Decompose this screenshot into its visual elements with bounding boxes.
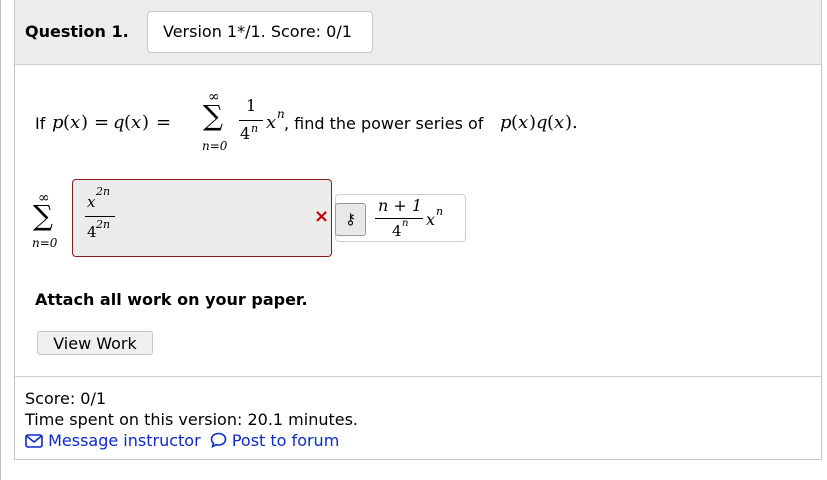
key-denominator-base: 4: [392, 222, 402, 240]
question-header: Question 1. Version 1*/1. Score: 0/1: [15, 0, 821, 65]
answer-denominator-exponent: 2n: [96, 218, 111, 231]
math-paren: ): [142, 112, 150, 133]
math-paren: ): [565, 112, 573, 133]
math-paren: (: [511, 112, 519, 133]
sum-lower-limit: n=0: [202, 139, 228, 153]
message-instructor-link[interactable]: Message instructor: [48, 431, 201, 450]
math-x: x: [518, 112, 529, 133]
answer-fraction-bar: [85, 216, 115, 217]
key-numerator: n + 1: [378, 196, 423, 215]
question-footer: Score: 0/1 Time spent on this version: 2…: [15, 376, 821, 450]
key-icon[interactable]: ⚷: [335, 203, 366, 236]
fraction-denominator: 4: [240, 124, 251, 143]
view-work-button[interactable]: View Work: [37, 331, 153, 355]
left-border: [0, 0, 1, 480]
math-p: p: [500, 112, 512, 133]
math-x: x: [554, 112, 565, 133]
math-equals: =: [156, 112, 172, 133]
summation-symbol: ∑: [33, 199, 53, 232]
key-fraction-bar: [375, 218, 423, 219]
fraction-numerator: 1: [246, 96, 257, 115]
envelope-icon[interactable]: [25, 433, 43, 452]
math-x: x: [131, 112, 142, 133]
math-q: q: [113, 112, 125, 133]
math-paren: ): [529, 112, 537, 133]
chat-bubble-icon[interactable]: [210, 432, 227, 452]
attach-work-note: Attach all work on your paper.: [35, 290, 308, 309]
question-suffix: , find the power series of: [284, 114, 484, 133]
time-spent-text: Time spent on this version: 20.1 minutes…: [25, 410, 359, 429]
denominator-exponent: n: [251, 122, 259, 135]
x-mark-icon: ×: [314, 206, 330, 227]
math-x: x: [70, 112, 81, 133]
key-x: x: [426, 210, 436, 229]
post-to-forum-link[interactable]: Post to forum: [232, 431, 339, 450]
key-x-exponent: n: [436, 205, 444, 218]
answer-input[interactable]: x 2n 4 2n: [72, 179, 332, 257]
question-prefix: If: [35, 114, 46, 133]
math-paren: (: [547, 112, 555, 133]
math-q: q: [536, 112, 548, 133]
fraction-bar: [239, 120, 263, 121]
score-text: Score: 0/1: [25, 389, 107, 408]
answer-numerator-base: x: [87, 193, 96, 211]
footer-links: Message instructor Post to forum: [25, 431, 339, 452]
math-equals: =: [94, 112, 110, 133]
period: .: [572, 112, 578, 133]
math-paren: (: [63, 112, 71, 133]
version-badge: Version 1*/1. Score: 0/1: [147, 11, 373, 53]
summation-symbol: ∑: [203, 99, 223, 132]
math-x-power: x: [266, 112, 277, 133]
sum-lower-limit: n=0: [32, 236, 58, 250]
question-title: Question 1.: [25, 22, 129, 41]
math-p: p: [52, 112, 64, 133]
answer-numerator-exponent: 2n: [96, 185, 111, 198]
math-paren: ): [81, 112, 89, 133]
question-panel: Question 1. Version 1*/1. Score: 0/1 If …: [14, 0, 822, 460]
key-denominator-exponent: n: [402, 218, 409, 229]
math-paren: (: [124, 112, 132, 133]
